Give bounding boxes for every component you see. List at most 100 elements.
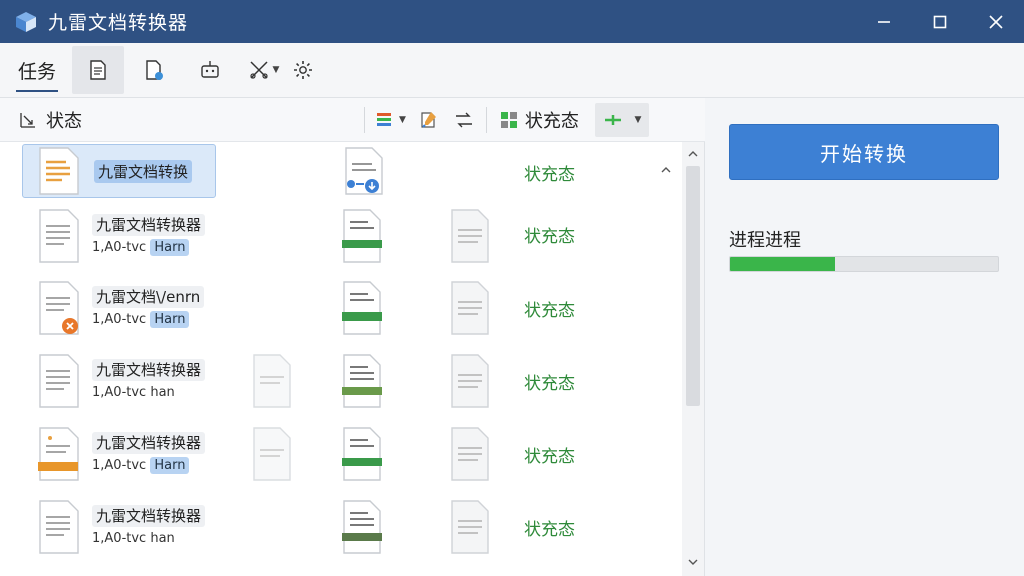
target-document-icon (451, 427, 489, 481)
file-meta: 1,A0-tvc Harn (92, 238, 205, 258)
title-bar: 九雷文档转换器 (0, 0, 1024, 43)
file-settings-icon (146, 60, 164, 80)
scroll-down-icon[interactable] (687, 556, 699, 568)
document-icon (39, 354, 79, 408)
main-toolbar: 任务 ▼ (0, 43, 1024, 98)
window-controls (856, 0, 1024, 43)
file-info: 九雷文档转换器 1,A0-tvc han (92, 359, 206, 403)
edit-button[interactable] (416, 108, 440, 132)
tools-icon (249, 61, 268, 79)
chevron-up-icon[interactable] (660, 166, 672, 174)
file-tag: Harn (150, 239, 190, 256)
status-grid-icon (500, 111, 517, 128)
chevron-down-icon: ▼ (272, 65, 280, 75)
add-button[interactable]: ▼ (594, 102, 649, 137)
list-item[interactable]: 九雷文档转换器 1,A0-tvc han 状充态 (0, 349, 682, 421)
settings-button[interactable] (286, 46, 320, 94)
list-scrollbar[interactable] (682, 142, 704, 576)
list-item[interactable]: 九雷文档转换器 1,A0-tvc han 状充态 (0, 495, 682, 567)
control-pane: 开始转换 进程进程 (706, 98, 1024, 576)
swap-icon (455, 112, 472, 127)
target-document-icon (451, 281, 489, 335)
document-icon (38, 427, 79, 481)
close-button[interactable] (968, 0, 1024, 43)
tools-button[interactable]: ▼ (240, 46, 286, 94)
document-button[interactable] (72, 46, 125, 94)
target-document-icon (451, 209, 489, 263)
app-logo-icon (16, 11, 36, 32)
window-title: 九雷文档转换器 (48, 12, 189, 34)
document-icon (39, 500, 79, 554)
status-button-label[interactable]: 状充态 (525, 107, 579, 133)
source-document-icon (253, 354, 291, 408)
chevron-down-icon: ▼ (634, 114, 642, 125)
pencil-icon (421, 111, 436, 128)
file-settings-button[interactable] (128, 46, 180, 94)
document-icon (90, 60, 106, 80)
target-document-icon (451, 354, 489, 408)
status-text: 状充态 (524, 301, 575, 321)
progress-label: 进程进程 (729, 230, 801, 251)
convert-button[interactable] (452, 108, 476, 132)
status-text: 状充态 (524, 520, 575, 540)
file-name: 九雷文档转换器 (92, 505, 206, 527)
file-name: 九雷文档转换器 (92, 359, 206, 381)
maximize-icon (933, 15, 947, 28)
status-button-icon[interactable] (497, 108, 521, 132)
file-convert-icon (345, 147, 383, 195)
format-icon (377, 112, 391, 126)
sort-icon[interactable] (18, 110, 38, 130)
robot-icon (201, 61, 219, 78)
list-item[interactable]: 九雷文档转换器 1,A0-tvc Harn 状充态 (0, 204, 682, 276)
status-text: 状充态 (524, 374, 575, 394)
file-list: 九雷文档转换 状充态 九雷文档转换器 1,A0-tvc Harn 状充态 九雷文… (0, 142, 682, 576)
scroll-up-icon[interactable] (687, 148, 699, 160)
file-list-pane: 状态 ▼ 状充态 ▼ 九雷文档转换 状充态 九雷文档转换器 1,A0-tvc H… (0, 98, 705, 576)
minimize-icon (878, 20, 890, 23)
source-document-icon (253, 427, 291, 481)
document-error-icon (39, 281, 79, 335)
gear-icon (294, 61, 313, 79)
file-info: 九雷文档转换器 1,A0-tvc Harn (92, 214, 206, 258)
list-item[interactable]: 九雷文档转换器 1,A0-tvc Harn 状充态 (0, 422, 682, 494)
status-filter-label: 状态 (46, 110, 82, 132)
output-document-icon (342, 500, 382, 554)
file-tag: Harn (150, 457, 190, 474)
target-document-icon (451, 500, 489, 554)
file-tag: Harn (150, 311, 190, 328)
plus-icon (605, 114, 622, 125)
output-document-icon (342, 354, 382, 408)
list-item[interactable]: 九雷文档\/enrn 1,A0-tvc Harn 状充态 (0, 276, 682, 348)
start-convert-button[interactable]: 开始转换 (729, 124, 999, 180)
file-meta: 1,A0-tvc han (92, 385, 175, 400)
output-document-icon (342, 281, 382, 335)
status-text: 状充态 (524, 165, 575, 185)
chevron-down-icon: ▼ (399, 114, 406, 125)
separator (364, 106, 365, 133)
minimize-button[interactable] (856, 0, 912, 43)
file-info: 九雷文档转换器 1,A0-tvc han (92, 505, 206, 549)
document-icon (39, 147, 79, 195)
progress-bar (729, 256, 999, 272)
close-icon (989, 14, 1003, 29)
maximize-button[interactable] (912, 0, 968, 43)
file-name: 九雷文档\/enrn (92, 286, 205, 308)
file-name: 九雷文档转换器 (92, 432, 206, 454)
file-meta: 1,A0-tvc Harn (92, 310, 204, 330)
scrollbar-thumb[interactable] (686, 166, 700, 406)
file-name: 九雷文档转换器 (92, 214, 206, 236)
status-text: 状充态 (524, 227, 575, 247)
format-button[interactable] (373, 108, 397, 132)
file-name: 九雷文档转换 (94, 160, 193, 183)
document-icon (39, 209, 79, 263)
output-document-icon (342, 209, 382, 263)
file-info: 九雷文档转换器 1,A0-tvc Harn (92, 432, 206, 476)
file-meta: 1,A0-tvc han (92, 531, 175, 546)
tab-task[interactable]: 任务 (16, 43, 59, 98)
file-info: 九雷文档\/enrn 1,A0-tvc Harn (92, 286, 205, 330)
robot-button[interactable] (184, 46, 236, 94)
output-document-icon (342, 427, 382, 481)
file-meta: 1,A0-tvc Harn (92, 456, 205, 476)
list-toolbar: 状态 ▼ 状充态 ▼ (0, 98, 705, 142)
progress-fill (730, 257, 835, 271)
